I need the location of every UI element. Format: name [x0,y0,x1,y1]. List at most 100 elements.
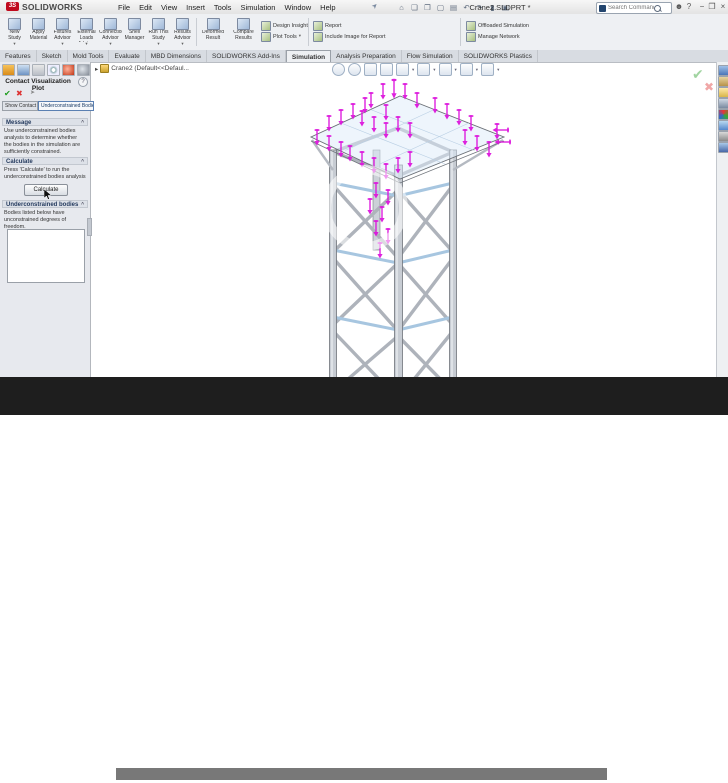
home-button[interactable]: ⌂ [396,3,407,13]
panel-splitter-handle[interactable] [87,218,92,236]
study-wrench-icon[interactable] [2,64,15,76]
view-settings-icon[interactable] [481,63,494,76]
tab-simulation[interactable]: Simulation [286,50,331,62]
menu-simulation[interactable]: Simulation [240,3,275,12]
document-breadcrumb[interactable]: ▸ Crane2 (Default<<Defaul... [95,64,189,73]
file-explorer-icon[interactable] [718,87,728,98]
report-group: Report Include Image for Report [313,20,386,42]
minimize-button[interactable]: − [697,1,707,12]
collapse-icon[interactable]: ^ [81,201,84,209]
confirmation-corner-ok-icon[interactable]: ✔ [692,66,704,83]
simulation-manager-icon[interactable] [77,64,90,76]
configuration-manager-icon[interactable] [32,64,45,76]
tab-evaluate[interactable]: Evaluate [109,50,145,62]
manage-network-icon [466,32,476,42]
dimxpert-manager-icon[interactable] [47,64,60,76]
volume-icon[interactable] [657,763,681,780]
ok-button[interactable]: ✔ [4,89,11,98]
tab-flow-simulation[interactable]: Flow Simulation [402,50,459,62]
zoom-to-fit-icon[interactable] [332,63,345,76]
apply-material-button[interactable]: ApplyMaterial [26,16,51,49]
menu-view[interactable]: View [161,3,177,12]
design-insight-icon [261,21,271,31]
tab-features[interactable]: Features [0,50,37,62]
compare-results-button[interactable]: CompareResults [228,16,259,49]
menu-insert[interactable]: Insert [186,3,205,12]
close-button[interactable]: × [718,1,728,12]
menu-help[interactable]: Help [320,3,335,12]
underconstrained-bodies-section-header[interactable]: Underconstrained bodies ^ [2,200,88,208]
collapse-icon[interactable]: ^ [81,158,84,166]
deformed-result-icon [207,18,220,30]
cancel-button[interactable]: ✖ [16,89,23,98]
tab-solidworks-addins[interactable]: SOLIDWORKS Add-Ins [207,50,286,62]
connections-advisor-button[interactable]: ConnectionsAdvisor ▾ [98,16,123,49]
chevron-down-icon: ▾ [3,42,26,47]
featuremanager-tree-icon[interactable] [17,64,30,76]
include-image-for-report-button[interactable]: Include Image for Report [313,31,386,42]
tab-mold-tools[interactable]: Mold Tools [68,50,110,62]
section-view-icon[interactable] [380,63,393,76]
view-palette-icon[interactable] [718,98,728,109]
menu-file[interactable]: File [118,3,130,12]
breadcrumb-arrow-icon: ▸ [95,65,98,73]
tab-sketch[interactable]: Sketch [37,50,68,62]
custom-properties-icon[interactable] [718,131,728,142]
scenes-icon[interactable] [718,120,728,131]
search-input[interactable] [608,5,654,11]
external-loads-advisor-button[interactable]: External LoadsAdvisor ▾ [74,16,99,49]
collapse-icon[interactable]: ^ [81,119,84,127]
help-button[interactable]: ? [684,1,694,12]
design-library-icon[interactable] [718,76,728,87]
display-style-icon[interactable] [417,63,430,76]
forum-icon[interactable] [718,142,728,153]
menu-tools[interactable]: Tools [214,3,232,12]
new-study-button[interactable]: NewStudy ▾ [2,16,27,49]
restore-button[interactable]: ❐ [707,1,717,12]
tab-mbd-dimensions[interactable]: MBD Dimensions [146,50,207,62]
play-button[interactable] [18,765,33,783]
search-commands-box[interactable] [596,2,672,14]
calculate-section-header[interactable]: Calculate ^ [2,157,88,165]
appearances-icon[interactable] [718,109,728,120]
underconstrained-bodies-tab[interactable]: Underconstrained Bodies [38,101,94,111]
login-icon[interactable]: ☻ [674,1,684,12]
menu-edit[interactable]: Edit [139,3,152,12]
design-insight-button[interactable]: Design Insight [261,20,308,31]
fixtures-advisor-button[interactable]: FixturesAdvisor ▾ [50,16,75,49]
offloaded-simulation-button[interactable]: Offloaded Simulation [466,20,529,31]
edit-appearance-icon[interactable] [460,63,473,76]
view-orientation-icon[interactable] [396,63,409,76]
report-button[interactable]: Report [313,20,386,31]
message-section-header[interactable]: Message ^ [2,118,88,126]
video-play-overlay[interactable] [322,165,408,251]
fullscreen-icon[interactable] [688,764,707,780]
display-manager-icon[interactable] [62,64,75,76]
report-icon [313,21,323,31]
run-this-study-button[interactable]: Run ThisStudy ▾ [146,16,171,49]
confirmation-corner-cancel-icon[interactable]: ✖ [704,80,714,94]
zoom-to-area-icon[interactable] [348,63,361,76]
new-document-button[interactable]: ❏ [409,3,420,13]
heads-up-view-toolbar: ▾ ▾ ▾ ▾ ▾ [332,63,499,76]
menu-window[interactable]: Window [284,3,311,12]
hide-show-items-icon[interactable] [439,63,452,76]
chevron-down-icon: ▾ [51,42,74,47]
underconstrained-bodies-list[interactable] [7,229,85,283]
tab-analysis-preparation[interactable]: Analysis Preparation [331,50,402,62]
search-icon[interactable] [654,5,661,12]
plot-tools-button[interactable]: Plot Tools ▾ [261,31,308,42]
offloaded-simulation-group: Offloaded Simulation Manage Network [466,20,529,42]
menu-pin-icon[interactable]: ➤ [370,1,380,11]
results-advisor-button[interactable]: ResultsAdvisor ▾ [170,16,195,49]
progress-bar[interactable] [97,768,607,780]
tab-solidworks-plastics[interactable]: SOLIDWORKS Plastics [459,50,538,62]
resources-icon[interactable] [718,65,728,76]
show-contact-tab[interactable]: Show Contact [2,101,38,111]
pin-icon[interactable]: ➤ [30,89,35,98]
previous-view-icon[interactable] [364,63,377,76]
help-icon[interactable]: ? [78,77,88,87]
deformed-result-button[interactable]: DeformedResult [199,16,227,49]
shell-manager-button[interactable]: ShellManager [122,16,147,49]
manage-network-button[interactable]: Manage Network [466,31,529,42]
